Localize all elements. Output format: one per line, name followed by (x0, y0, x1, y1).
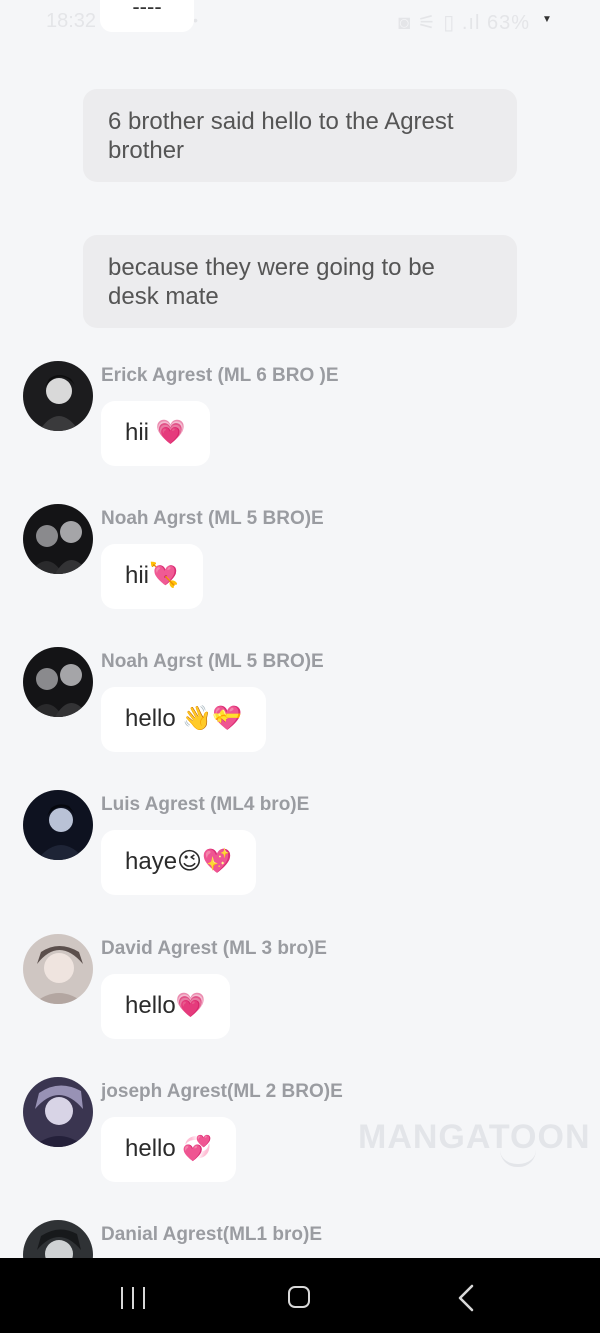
dropdown-arrow-icon: ▼ (542, 14, 552, 25)
message-bubble[interactable]: hello💗 (101, 974, 230, 1039)
status-bar: 18:32 • ◙ ⚟ ▯ .ıl 63% ▼ (0, 0, 600, 44)
back-icon[interactable] (456, 1284, 476, 1317)
sender-name: Erick Agrest (ML 6 BRO )E (101, 365, 339, 386)
sender-name: joseph Agrest(ML 2 BRO)E (101, 1081, 343, 1102)
sender-name: Danial Agrest(ML1 bro)E (101, 1224, 322, 1245)
avatar[interactable] (23, 361, 93, 431)
partial-message-bubble: ---- (100, 0, 194, 32)
status-time: 18:32 (46, 10, 97, 32)
sender-name: Noah Agrst (ML 5 BRO)E (101, 651, 324, 672)
watermark: MANGATOON (358, 1118, 591, 1156)
message-bubble[interactable]: hello 👋💝 (101, 687, 267, 752)
navigation-bar (0, 1258, 600, 1333)
avatar[interactable] (23, 934, 93, 1004)
message-bubble[interactable]: hii 💗 (101, 401, 210, 466)
avatar[interactable] (23, 790, 93, 860)
avatar[interactable] (23, 504, 93, 574)
recents-icon[interactable] (121, 1287, 147, 1309)
sender-name: Luis Agrest (ML4 bro)E (101, 794, 310, 815)
narration-bubble: because they were going to be desk mate (83, 235, 517, 328)
sender-name: Noah Agrst (ML 5 BRO)E (101, 508, 324, 529)
message-bubble[interactable]: haye😉💖 (101, 830, 256, 895)
narration-bubble: 6 brother said hello to the Agrest broth… (83, 89, 517, 182)
avatar[interactable] (23, 1077, 93, 1147)
watermark-smile-icon (500, 1150, 536, 1167)
home-icon[interactable] (288, 1286, 310, 1308)
message-bubble[interactable]: hello 💞 (101, 1117, 237, 1182)
sender-name: David Agrest (ML 3 bro)E (101, 938, 327, 959)
status-icons: ◙ ⚟ ▯ .ıl 63% (398, 12, 530, 34)
avatar[interactable] (23, 647, 93, 717)
message-bubble[interactable]: hii💘 (101, 544, 203, 609)
